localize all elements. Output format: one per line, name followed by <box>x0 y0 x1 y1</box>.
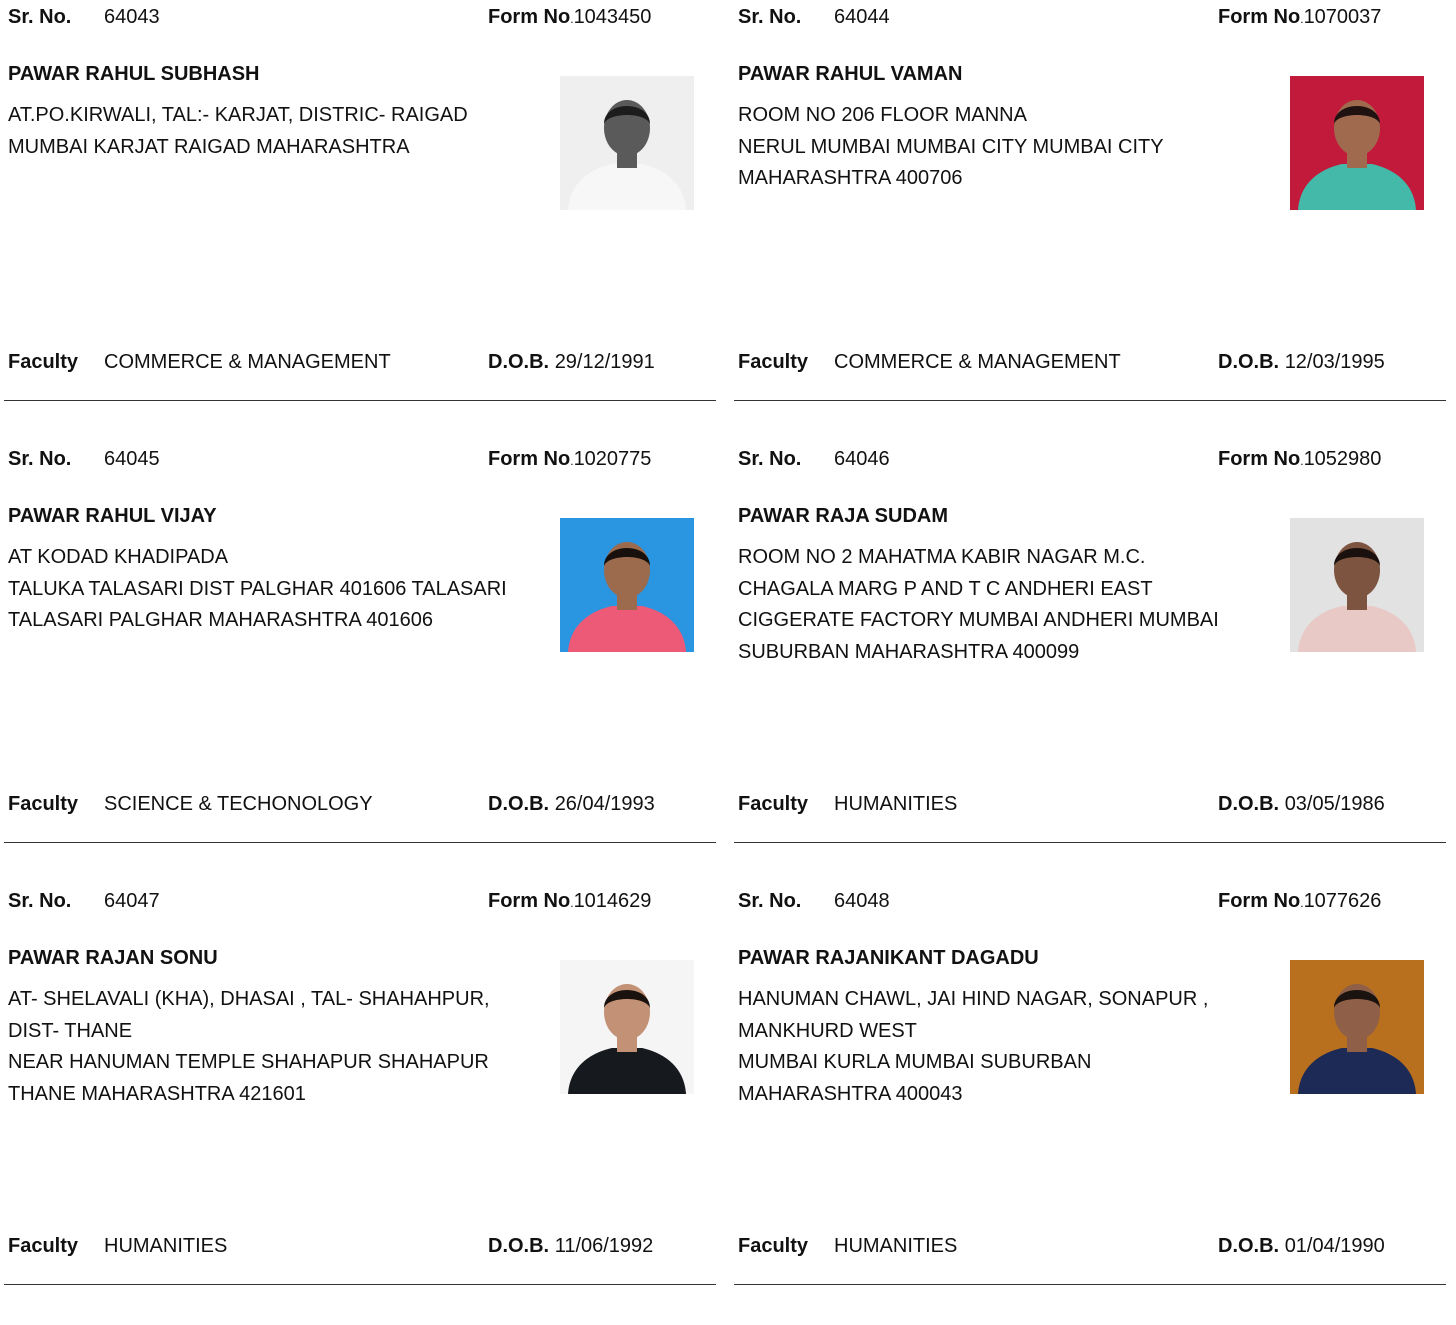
address-line: CHAGALA MARG P AND T C ANDHERI EAST <box>738 577 1153 600</box>
address-line: ROOM NO 2 MAHATMA KABIR NAGAR M.C. <box>738 546 1146 568</box>
student-photo <box>560 76 694 210</box>
dob: D.O.B. 29/12/1991 <box>488 351 655 373</box>
address-line: AT- SHELAVALI (KHA), DHASAI , TAL- SHAHA… <box>8 988 490 1010</box>
record-card-64045: Sr. No. 64045 Form No.1020775 PAWAR RAHU… <box>0 442 716 883</box>
student-name: PAWAR RAHUL VIJAY <box>8 505 217 527</box>
card-divider <box>734 1284 1446 1285</box>
address-line: THANE MAHARASHTRA 421601 <box>8 1082 306 1105</box>
student-photo <box>1290 960 1424 1094</box>
form-no: Form No.1070037 <box>1218 6 1382 28</box>
sr-no-label: Sr. No. <box>738 6 802 28</box>
address-line: AT.PO.KIRWALI, TAL:- KARJAT, DISTRIC- RA… <box>8 104 468 126</box>
student-name: PAWAR RAJA SUDAM <box>738 505 949 527</box>
student-address: AT.PO.KIRWALI, TAL:- KARJAT, DISTRIC- RA… <box>8 100 553 163</box>
faculty-value: COMMERCE & MANAGEMENT <box>834 351 1121 373</box>
sr-no-value: 64047 <box>104 890 160 912</box>
student-photo <box>560 518 694 652</box>
dob: D.O.B. 11/06/1992 <box>488 1235 654 1257</box>
dob: D.O.B. 12/03/1995 <box>1218 351 1385 373</box>
sr-no-label: Sr. No. <box>8 890 72 912</box>
student-photo <box>1290 76 1424 210</box>
student-address: ROOM NO 2 MAHATMA KABIR NAGAR M.C. CHAGAL… <box>738 542 1283 668</box>
student-address: AT KODAD KHADIPADA TALUKA TALASARI DIST P… <box>8 542 553 637</box>
record-card-64044: Sr. No. 64044 Form No.1070037 PAWAR RAHU… <box>730 0 1446 441</box>
student-photo <box>1290 518 1424 652</box>
address-line: AT KODAD KHADIPADA <box>8 546 229 568</box>
record-card-64048: Sr. No. 64048 Form No.1077626 PAWAR RAJA… <box>730 884 1446 1325</box>
address-line: TALUKA TALASARI DIST PALGHAR 401606 TALA… <box>8 577 507 600</box>
sr-no-label: Sr. No. <box>8 448 72 470</box>
address-line: ROOM NO 206 FLOOR MANNA <box>738 104 1027 126</box>
sr-no-value: 64046 <box>834 448 890 470</box>
address-line: NEAR HANUMAN TEMPLE SHAHAPUR SHAHAPUR <box>8 1051 489 1073</box>
address-line: MAHARASHTRA 400043 <box>738 1082 963 1105</box>
address-line: MUMBAI KARJAT RAIGAD MAHARASHTRA <box>8 135 410 158</box>
form-no: Form No.1014629 <box>488 890 652 912</box>
address-line: CIGGERATE FACTORY MUMBAI ANDHERI MUMBAI <box>738 609 1219 631</box>
record-card-64046: Sr. No. 64046 Form No.1052980 PAWAR RAJA… <box>730 442 1446 883</box>
card-divider <box>734 400 1446 401</box>
sr-no-value: 64044 <box>834 6 890 28</box>
sr-no-label: Sr. No. <box>8 6 72 28</box>
form-no: Form No.1052980 <box>1218 448 1382 470</box>
record-card-64043: Sr. No. 64043 Form No.1043450 PAWAR RAHU… <box>0 0 716 441</box>
card-divider <box>4 842 716 843</box>
student-photo <box>560 960 694 1094</box>
faculty-value: COMMERCE & MANAGEMENT <box>104 351 391 373</box>
dob: D.O.B. 03/05/1986 <box>1218 793 1385 815</box>
address-line: TALASARI PALGHAR MAHARASHTRA 401606 <box>8 609 433 631</box>
dob: D.O.B. 26/04/1993 <box>488 793 655 815</box>
faculty-label: Faculty <box>8 1235 79 1257</box>
card-divider <box>4 400 716 401</box>
sr-no-value: 64048 <box>834 890 890 912</box>
sr-no-value: 64045 <box>104 448 160 470</box>
faculty-label: Faculty <box>8 351 79 373</box>
student-name: PAWAR RAHUL SUBHASH <box>8 63 260 85</box>
sr-no-label: Sr. No. <box>738 448 802 470</box>
card-divider <box>734 842 1446 843</box>
faculty-label: Faculty <box>738 1235 809 1257</box>
faculty-value: HUMANITIES <box>834 793 958 815</box>
address-line: MUMBAI KURLA MUMBAI SUBURBAN <box>738 1051 1092 1073</box>
form-no: Form No.1043450 <box>488 6 652 28</box>
sr-no-label: Sr. No. <box>738 890 802 912</box>
faculty-value: SCIENCE & TECHONOLOGY <box>104 793 373 815</box>
address-line: MAHARASHTRA 400706 <box>738 167 963 189</box>
student-name: PAWAR RAJANIKANT DAGADU <box>738 947 1039 969</box>
record-card-64047: Sr. No. 64047 Form No.1014629 PAWAR RAJA… <box>0 884 716 1325</box>
student-name: PAWAR RAHUL VAMAN <box>738 63 963 85</box>
faculty-label: Faculty <box>738 351 809 373</box>
address-line: HANUMAN CHAWL, JAI HIND NAGAR, SONAPUR , <box>738 988 1209 1010</box>
faculty-label: Faculty <box>738 793 809 815</box>
faculty-value: HUMANITIES <box>834 1235 958 1257</box>
student-name: PAWAR RAJAN SONU <box>8 947 218 969</box>
dob: D.O.B. 01/04/1990 <box>1218 1235 1385 1257</box>
address-line: NERUL MUMBAI MUMBAI CITY MUMBAI CITY <box>738 135 1164 158</box>
faculty-value: HUMANITIES <box>104 1235 228 1257</box>
student-address: AT- SHELAVALI (KHA), DHASAI , TAL- SHAHA… <box>8 984 553 1110</box>
address-line: MANKHURD WEST <box>738 1019 917 1042</box>
form-no: Form No.1077626 <box>1218 890 1382 912</box>
sr-no-value: 64043 <box>104 6 160 28</box>
address-line: SUBURBAN MAHARASHTRA 400099 <box>738 640 1080 663</box>
faculty-label: Faculty <box>8 793 79 815</box>
form-no: Form No.1020775 <box>488 448 652 470</box>
card-divider <box>4 1284 716 1285</box>
student-address: ROOM NO 206 FLOOR MANNA NERUL MUMBAI MUMB… <box>738 100 1283 195</box>
student-address: HANUMAN CHAWL, JAI HIND NAGAR, SONAPUR ,… <box>738 984 1283 1110</box>
address-line: DIST- THANE <box>8 1019 133 1042</box>
